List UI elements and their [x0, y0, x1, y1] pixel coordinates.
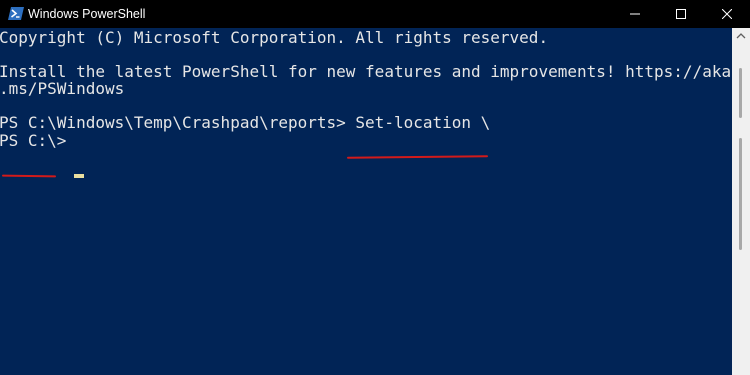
command-highlight-underline: [346, 155, 489, 159]
close-button[interactable]: [704, 0, 750, 28]
close-icon: [722, 9, 732, 19]
install-url-line: .ms/PSWindows: [0, 79, 125, 98]
powershell-window: Windows PowerShell Copyright (C) Microso…: [0, 0, 750, 375]
command-line: PS C:\Windows\Temp\Crashpad\reports> Set…: [0, 113, 491, 132]
maximize-button[interactable]: [658, 0, 704, 28]
vertical-scrollbar[interactable]: [732, 28, 750, 375]
minimize-icon: [630, 13, 640, 15]
text-cursor: [74, 174, 84, 178]
scroll-up-arrow-icon[interactable]: [736, 32, 746, 40]
maximize-icon: [676, 9, 686, 19]
window-title: Windows PowerShell: [28, 7, 146, 21]
prompt-highlight-underline: [1, 174, 57, 178]
prompt-line: PS C:\>: [0, 131, 67, 150]
console-output[interactable]: Copyright (C) Microsoft Corporation. All…: [0, 28, 732, 375]
powershell-icon: [8, 6, 24, 21]
scrollbar-track-marker: [739, 138, 742, 250]
scrollbar-thumb[interactable]: [739, 68, 742, 118]
minimize-button[interactable]: [612, 0, 658, 28]
title-bar[interactable]: Windows PowerShell: [0, 0, 750, 28]
copyright-line: Copyright (C) Microsoft Corporation. All…: [0, 28, 549, 47]
